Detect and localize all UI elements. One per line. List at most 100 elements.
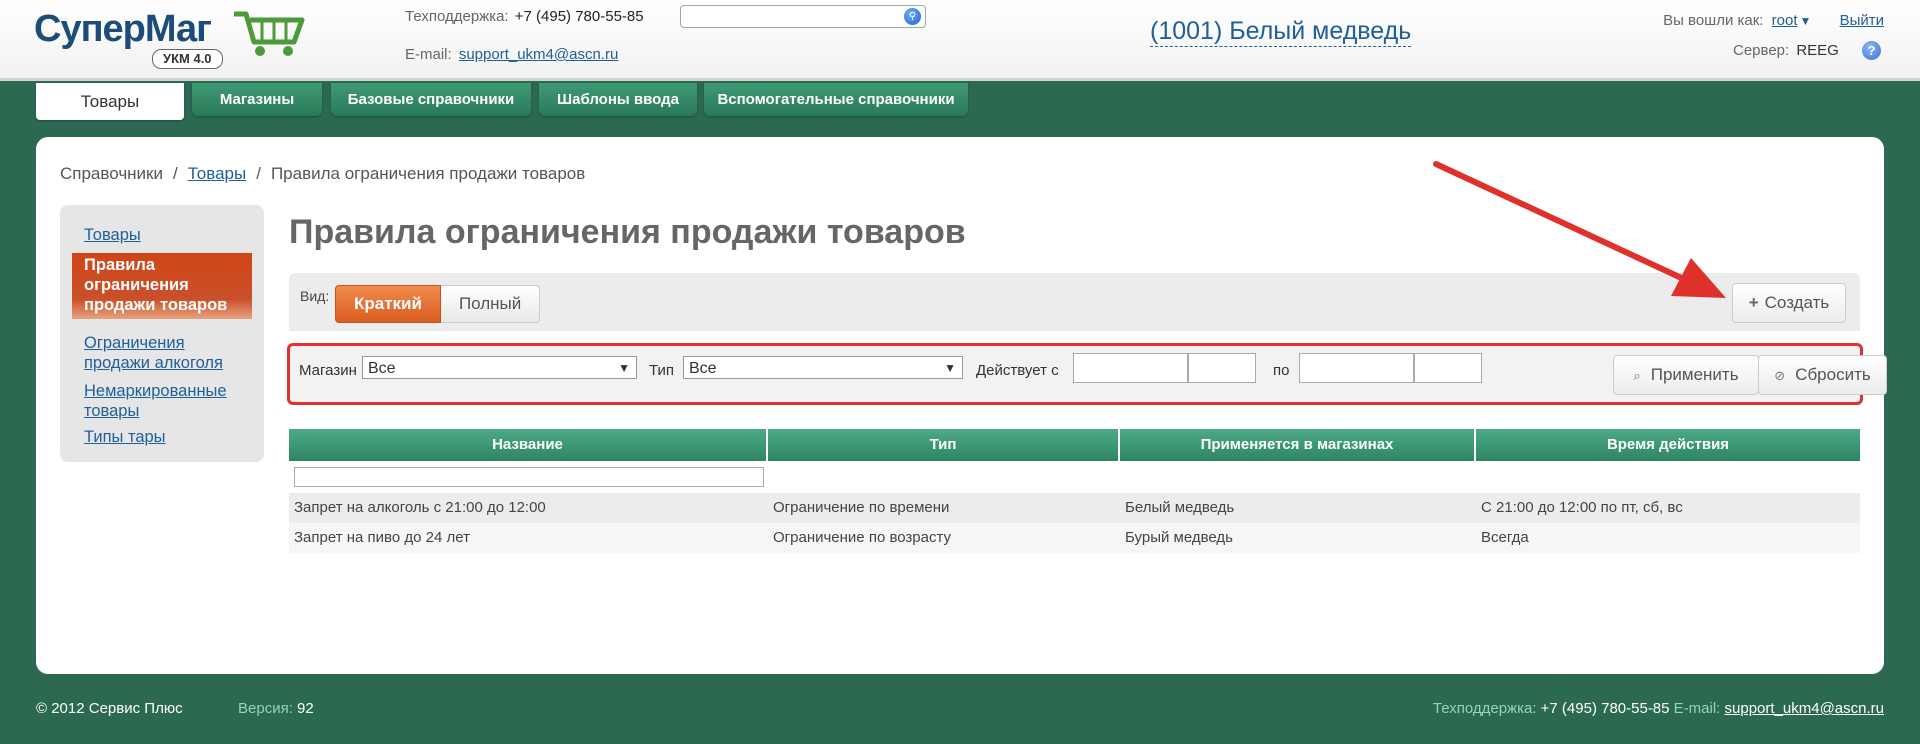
sidebar-item-unmarked-goods[interactable]: Немаркированные товары xyxy=(84,381,254,421)
breadcrumb-root: Справочники xyxy=(60,164,163,183)
logged-in-label: Вы вошли как: xyxy=(1663,12,1764,29)
sidebar-item-label[interactable]: Немаркированные товары xyxy=(84,382,227,420)
cell-type: Ограничение по возрасту xyxy=(773,529,952,546)
logo-text: СуперМаг xyxy=(34,8,212,50)
breadcrumb-separator: / xyxy=(173,164,178,183)
help-icon[interactable]: ? xyxy=(1862,41,1881,60)
footer-support-label: Техподдержка: xyxy=(1432,700,1537,717)
store-filter-label: Магазин xyxy=(299,362,357,379)
valid-to-label: по xyxy=(1273,362,1290,379)
apply-button-label: Применить xyxy=(1650,365,1739,384)
breadcrumb: Справочники / Товары / Правила ограничения п… xyxy=(60,164,585,184)
cell-name: Запрет на алкоголь с 21:00 до 12:00 xyxy=(294,499,546,516)
search-icon[interactable]: ⚲ xyxy=(904,8,921,25)
version-badge: УКМ 4.0 xyxy=(152,49,223,69)
reset-button-label: Сбросить xyxy=(1795,365,1871,384)
server-label: Сервер: xyxy=(1733,42,1790,59)
cell-stores: Белый медведь xyxy=(1125,499,1235,516)
tab-base-directories[interactable]: Базовые справочники xyxy=(331,83,531,116)
sidebar-item-alcohol-restrictions[interactable]: Ограничения продажи алкоголя xyxy=(84,333,254,373)
table-row[interactable]: Запрет на пиво до 24 лет Ограничение по … xyxy=(289,523,1860,553)
dropdown-arrow-icon: ▼ xyxy=(944,361,956,375)
cell-type: Ограничение по времени xyxy=(773,499,950,516)
name-filter-input[interactable] xyxy=(294,467,764,487)
server-info: Сервер: REEG xyxy=(1733,42,1839,59)
plus-icon: + xyxy=(1748,293,1759,312)
type-filter-label: Тип xyxy=(649,362,675,379)
footer-email-label: E-mail: xyxy=(1673,700,1721,717)
sidebar-item-sale-restrictions[interactable]: Правила ограничения продажи товаров xyxy=(72,253,252,319)
column-header-validity[interactable]: Время действия xyxy=(1476,429,1860,461)
breadcrumb-current: Правила ограничения продажи товаров xyxy=(270,164,586,183)
footer-email-link[interactable]: support_ukm4@ascn.ru xyxy=(1725,700,1884,717)
view-toolbar: Вид: Краткий Полный + Создать xyxy=(289,273,1860,331)
tab-input-templates[interactable]: Шаблоны ввода xyxy=(539,83,697,116)
sidebar-item-label[interactable]: Ограничения продажи алкоголя xyxy=(84,334,223,372)
logout-link[interactable]: Выйти xyxy=(1840,12,1884,29)
cell-name: Запрет на пиво до 24 лет xyxy=(294,529,470,546)
server-name: REEG xyxy=(1796,42,1839,59)
valid-from-date-input[interactable] xyxy=(1073,353,1188,383)
view-toggle: Краткий Полный xyxy=(335,285,541,323)
sidebar: Товары Правила ограничения продажи товар… xyxy=(60,205,264,462)
email-label: E-mail: xyxy=(405,46,452,63)
cell-stores: Бурый медведь xyxy=(1125,529,1233,546)
store-filter-value: Все xyxy=(368,360,396,377)
support-phone: +7 (495) 780-55-85 xyxy=(514,8,644,25)
chevron-down-icon[interactable]: ▼ xyxy=(1800,14,1812,28)
footer-version-label: Версия: xyxy=(238,700,293,717)
type-filter-value: Все xyxy=(689,360,717,377)
sidebar-item-label[interactable]: Товары xyxy=(84,226,141,244)
tab-goods[interactable]: Товары xyxy=(36,83,184,120)
apply-button[interactable]: ⌕ Применить xyxy=(1613,355,1759,395)
breadcrumb-goods-link[interactable]: Товары xyxy=(188,164,246,183)
breadcrumb-separator: / xyxy=(256,164,261,183)
tab-auxiliary-directories[interactable]: Вспомогательные справочники xyxy=(704,83,968,116)
footer-support: Техподдержка: +7 (495) 780-55-85 E-mail:… xyxy=(1433,700,1884,717)
app-header: СуперМаг УКМ 4.0 Техподдержка: +7 (495) … xyxy=(0,0,1920,81)
user-info: Вы вошли как: root ▼ Выйти xyxy=(1663,12,1884,29)
view-full-button[interactable]: Полный xyxy=(440,285,541,323)
table-header: Название Тип Применяется в магазинах Вре… xyxy=(289,429,1860,461)
support-email-link[interactable]: support_ukm4@ascn.ru xyxy=(459,46,618,63)
search-input[interactable]: ⚲ xyxy=(680,5,926,28)
page-title: Правила ограничения продажи товаров xyxy=(289,213,966,251)
type-filter-select[interactable]: Все ▼ xyxy=(683,356,963,379)
reset-button[interactable]: ⊘ Сбросить xyxy=(1758,355,1887,395)
sidebar-item-container-types[interactable]: Типы тары xyxy=(84,427,254,447)
user-menu-link[interactable]: root xyxy=(1772,12,1798,29)
logo[interactable]: СуперМаг УКМ 4.0 xyxy=(34,4,305,70)
cell-validity: С 21:00 до 12:00 по пт, сб, вс xyxy=(1481,499,1683,516)
footer-version-number: 92 xyxy=(297,700,314,717)
sidebar-item-label[interactable]: Типы тары xyxy=(84,428,166,446)
column-header-stores[interactable]: Применяется в магазинах xyxy=(1120,429,1474,461)
search-icon: ⌕ xyxy=(1633,368,1641,383)
header-support: Техподдержка: +7 (495) 780-55-85 xyxy=(405,8,644,25)
column-header-name[interactable]: Название xyxy=(289,429,766,461)
column-header-type[interactable]: Тип xyxy=(768,429,1118,461)
valid-to-date-input[interactable] xyxy=(1299,353,1414,383)
sidebar-item-goods[interactable]: Товары xyxy=(84,225,254,245)
create-button-label: Создать xyxy=(1764,293,1830,312)
footer-support-phone: +7 (495) 780-55-85 xyxy=(1540,700,1670,717)
valid-from-time-input[interactable] xyxy=(1188,353,1256,383)
table-row[interactable]: Запрет на алкоголь с 21:00 до 12:00 Огра… xyxy=(289,493,1860,523)
table-filter-row xyxy=(289,461,1860,493)
cell-validity: Всегда xyxy=(1481,529,1529,546)
footer-version: Версия: 92 xyxy=(238,700,314,717)
cart-icon xyxy=(234,11,305,56)
tab-stores[interactable]: Магазины xyxy=(192,83,322,116)
dropdown-arrow-icon: ▼ xyxy=(618,361,630,375)
cancel-icon: ⊘ xyxy=(1774,368,1786,383)
view-label: Вид: xyxy=(300,288,330,304)
valid-to-time-input[interactable] xyxy=(1414,353,1482,383)
rules-table: Название Тип Применяется в магазинах Вре… xyxy=(289,429,1860,553)
create-button[interactable]: + Создать xyxy=(1732,283,1846,323)
support-label: Техподдержка: xyxy=(405,8,509,25)
view-short-button[interactable]: Краткий xyxy=(335,285,441,323)
current-store-link[interactable]: (1001) Белый медведь xyxy=(1150,16,1412,47)
filter-bar: Магазин Все ▼ Тип Все ▼ Действует с по ⌕… xyxy=(287,343,1887,405)
footer-copyright: © 2012 Сервис Плюс xyxy=(36,700,183,717)
store-filter-select[interactable]: Все ▼ xyxy=(362,356,637,379)
header-email: E-mail: support_ukm4@ascn.ru xyxy=(405,46,618,63)
